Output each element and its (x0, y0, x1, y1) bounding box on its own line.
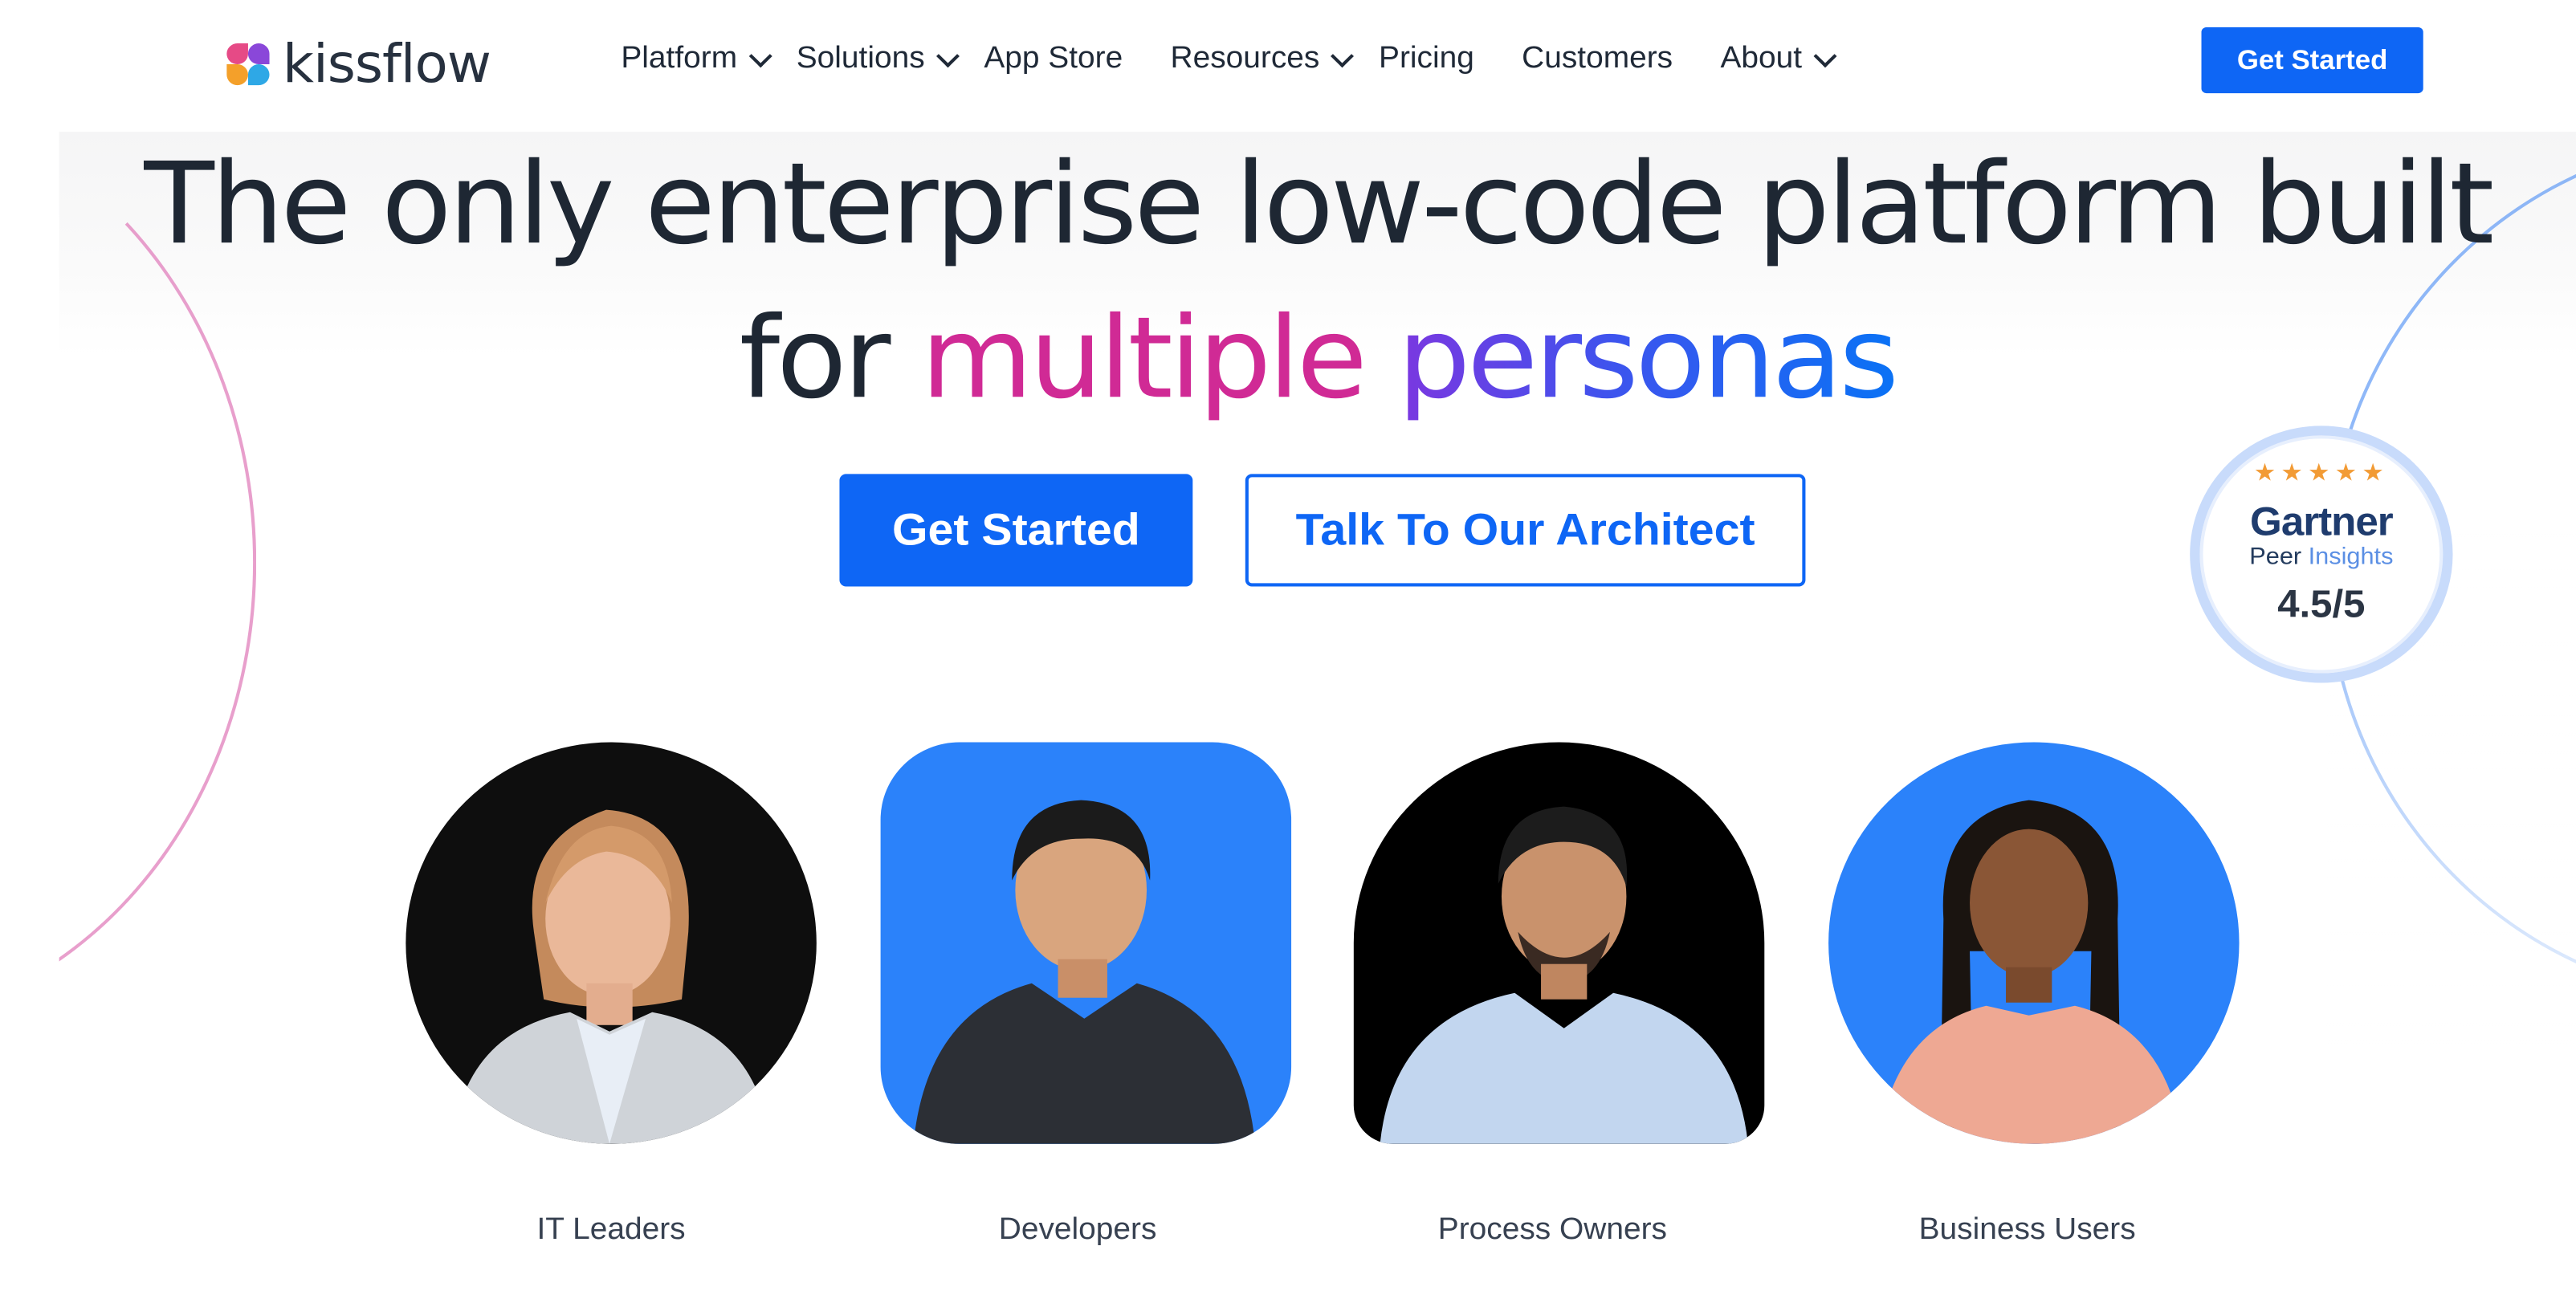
chevron-down-icon (1813, 44, 1837, 68)
nav-item-label: Pricing (1379, 42, 1474, 76)
nav-item-label: App Store (984, 42, 1123, 76)
chevron-down-icon (935, 44, 960, 68)
gartner-rating-badge[interactable]: ★★★★★ Gartner Peer Insights 4.5/5 (2190, 426, 2453, 683)
nav-menu: Platform Solutions App Store Resources P… (621, 42, 1837, 77)
man-portrait-icon (1380, 806, 1748, 1144)
nav-item-label: Solutions (796, 42, 925, 76)
woman-portrait-icon (1877, 800, 2184, 1144)
rating-stars-icon: ★★★★★ (2253, 459, 2389, 487)
nav-item-label: Platform (621, 42, 738, 76)
badge-sub-insights: Insights (2308, 543, 2394, 571)
nav-item-app-store[interactable]: App Store (984, 42, 1123, 77)
nav-item-label: Customers (1522, 42, 1673, 76)
badge-brand: Gartner (2250, 499, 2394, 545)
badge-score: 4.5/5 (2277, 583, 2366, 627)
man-portrait-icon (913, 800, 1256, 1144)
woman-portrait-icon (451, 809, 771, 1144)
nav-item-solutions[interactable]: Solutions (796, 42, 960, 77)
butterfly-logo-icon (223, 39, 272, 88)
persona-card-it-leaders[interactable] (406, 742, 817, 1144)
top-navigation: kissflow Platform Solutions App Store Re… (0, 0, 2576, 128)
nav-get-started-button[interactable]: Get Started (2201, 27, 2423, 94)
badge-sub-peer: Peer (2249, 543, 2309, 571)
persona-card-developers[interactable] (880, 742, 1292, 1144)
persona-label-developers: Developers (998, 1212, 1157, 1247)
chevron-down-icon (748, 44, 772, 68)
persona-label-process-owners: Process Owners (1437, 1212, 1667, 1247)
nav-item-platform[interactable]: Platform (621, 42, 772, 77)
nav-item-about[interactable]: About (1720, 42, 1837, 77)
headline-prefix: for (739, 292, 921, 425)
persona-card-process-owners[interactable] (1353, 742, 1765, 1144)
nav-item-customers[interactable]: Customers (1522, 42, 1673, 77)
nav-item-resources[interactable]: Resources (1170, 42, 1355, 77)
headline-highlight-personas: personas (1397, 292, 1899, 425)
nav-item-label: Resources (1170, 42, 1320, 76)
page: kissflow Platform Solutions App Store Re… (0, 0, 2576, 1295)
chevron-down-icon (1331, 44, 1355, 68)
persona-label-business-users: Business Users (1918, 1212, 2136, 1247)
persona-label-it-leaders: IT Leaders (536, 1212, 686, 1247)
hero-headline-line-1: The only enterprise low-code platform bu… (144, 138, 2494, 271)
logo[interactable]: kissflow (223, 32, 491, 95)
badge-subtitle: Peer Insights (2199, 543, 2443, 570)
persona-card-business-users[interactable] (1828, 742, 2240, 1144)
hero-headline-line-2: for multiple personas (0, 292, 2576, 424)
headline-highlight-multiple: multiple (920, 292, 1367, 425)
nav-item-pricing[interactable]: Pricing (1379, 42, 1474, 77)
get-started-button[interactable]: Get Started (839, 474, 1193, 587)
nav-item-label: About (1720, 42, 1803, 76)
talk-to-architect-button[interactable]: Talk To Our Architect (1245, 474, 1806, 587)
logo-wordmark: kissflow (282, 32, 491, 96)
